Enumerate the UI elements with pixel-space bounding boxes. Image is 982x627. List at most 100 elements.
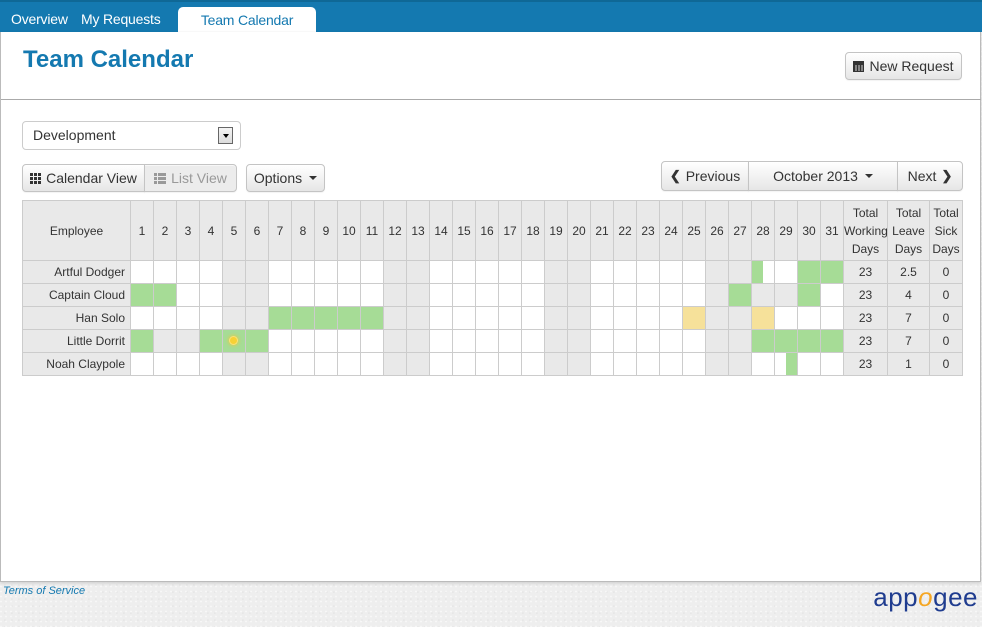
day-cell[interactable] xyxy=(291,260,315,284)
day-cell[interactable] xyxy=(199,260,223,284)
day-cell[interactable] xyxy=(521,329,545,353)
day-cell[interactable] xyxy=(199,306,223,330)
day-cell[interactable] xyxy=(176,260,200,284)
day-cell[interactable] xyxy=(636,352,660,376)
day-cell[interactable] xyxy=(153,306,177,330)
day-cell[interactable] xyxy=(567,260,591,284)
day-cell[interactable] xyxy=(797,352,821,376)
day-cell[interactable] xyxy=(728,352,752,376)
day-cell[interactable] xyxy=(590,283,614,307)
day-cell[interactable] xyxy=(452,352,476,376)
day-cell-leave[interactable] xyxy=(199,329,223,353)
employee-name[interactable]: Captain Cloud xyxy=(22,283,131,307)
day-cell-off[interactable] xyxy=(176,329,200,353)
day-cell[interactable] xyxy=(176,352,200,376)
day-cell-leave[interactable] xyxy=(268,306,292,330)
list-view-button[interactable]: List View xyxy=(144,164,237,192)
day-cell[interactable] xyxy=(498,352,522,376)
day-cell[interactable] xyxy=(567,329,591,353)
day-cell[interactable] xyxy=(659,329,683,353)
day-cell[interactable] xyxy=(797,306,821,330)
day-cell[interactable] xyxy=(245,283,269,307)
day-cell[interactable] xyxy=(590,352,614,376)
day-cell[interactable] xyxy=(360,283,384,307)
day-cell[interactable] xyxy=(429,260,453,284)
day-cell[interactable] xyxy=(728,260,752,284)
day-cell[interactable] xyxy=(567,306,591,330)
day-cell[interactable] xyxy=(268,352,292,376)
day-cell[interactable] xyxy=(590,329,614,353)
day-cell[interactable] xyxy=(590,260,614,284)
day-cell[interactable] xyxy=(429,306,453,330)
day-cell[interactable] xyxy=(659,352,683,376)
day-cell[interactable] xyxy=(705,260,729,284)
day-cell[interactable] xyxy=(751,352,775,376)
day-cell[interactable] xyxy=(705,283,729,307)
day-cell-leave[interactable] xyxy=(751,329,775,353)
day-cell[interactable] xyxy=(360,260,384,284)
day-cell[interactable] xyxy=(222,352,246,376)
day-cell[interactable] xyxy=(314,260,338,284)
employee-name[interactable]: Artful Dodger xyxy=(22,260,131,284)
employee-name[interactable]: Little Dorrit xyxy=(22,329,131,353)
day-cell-leave[interactable] xyxy=(130,329,154,353)
day-cell[interactable] xyxy=(245,260,269,284)
day-cell[interactable] xyxy=(521,352,545,376)
day-cell[interactable] xyxy=(659,260,683,284)
day-cell-off[interactable] xyxy=(153,329,177,353)
next-month-button[interactable]: Next ❯ xyxy=(897,161,963,191)
day-cell[interactable] xyxy=(222,260,246,284)
day-cell[interactable] xyxy=(613,283,637,307)
day-cell-off[interactable] xyxy=(774,283,798,307)
day-cell[interactable] xyxy=(498,329,522,353)
day-cell-leave[interactable] xyxy=(728,283,752,307)
day-cell[interactable] xyxy=(153,260,177,284)
day-cell[interactable] xyxy=(820,306,844,330)
day-cell[interactable] xyxy=(452,260,476,284)
day-cell[interactable] xyxy=(636,306,660,330)
day-cell-leave-pm[interactable] xyxy=(774,352,798,376)
day-cell[interactable] xyxy=(613,352,637,376)
day-cell[interactable] xyxy=(820,352,844,376)
day-cell[interactable] xyxy=(130,306,154,330)
day-cell[interactable] xyxy=(360,329,384,353)
day-cell[interactable] xyxy=(314,352,338,376)
day-cell[interactable] xyxy=(383,283,407,307)
day-cell-leave[interactable] xyxy=(774,329,798,353)
day-cell[interactable] xyxy=(452,283,476,307)
tab-team-calendar[interactable]: Team Calendar xyxy=(178,7,316,34)
day-cell[interactable] xyxy=(383,352,407,376)
day-cell[interactable] xyxy=(337,260,361,284)
day-cell[interactable] xyxy=(360,352,384,376)
day-cell-leave[interactable] xyxy=(797,260,821,284)
day-cell[interactable] xyxy=(222,283,246,307)
terms-of-service-link[interactable]: Terms of Service xyxy=(3,585,85,597)
day-cell-leave[interactable] xyxy=(820,329,844,353)
day-cell[interactable] xyxy=(498,260,522,284)
day-cell-leave[interactable] xyxy=(130,283,154,307)
day-cell[interactable] xyxy=(774,306,798,330)
day-cell[interactable] xyxy=(544,260,568,284)
day-cell[interactable] xyxy=(544,329,568,353)
tab-my-requests[interactable]: My Requests xyxy=(81,4,161,34)
day-cell[interactable] xyxy=(636,260,660,284)
day-cell[interactable] xyxy=(429,283,453,307)
day-cell[interactable] xyxy=(406,329,430,353)
day-cell-leave-holiday[interactable] xyxy=(222,329,246,353)
day-cell[interactable] xyxy=(406,260,430,284)
day-cell[interactable] xyxy=(544,352,568,376)
day-cell-leave[interactable] xyxy=(245,329,269,353)
day-cell[interactable] xyxy=(521,306,545,330)
day-cell[interactable] xyxy=(406,352,430,376)
day-cell-leave[interactable] xyxy=(360,306,384,330)
day-cell[interactable] xyxy=(337,329,361,353)
day-cell[interactable] xyxy=(820,283,844,307)
day-cell[interactable] xyxy=(659,283,683,307)
day-cell[interactable] xyxy=(475,352,499,376)
day-cell[interactable] xyxy=(475,306,499,330)
day-cell[interactable] xyxy=(429,329,453,353)
day-cell[interactable] xyxy=(613,260,637,284)
day-cell-leave-am[interactable] xyxy=(751,260,775,284)
calendar-view-button[interactable]: Calendar View xyxy=(22,164,145,192)
day-cell-leave[interactable] xyxy=(314,306,338,330)
